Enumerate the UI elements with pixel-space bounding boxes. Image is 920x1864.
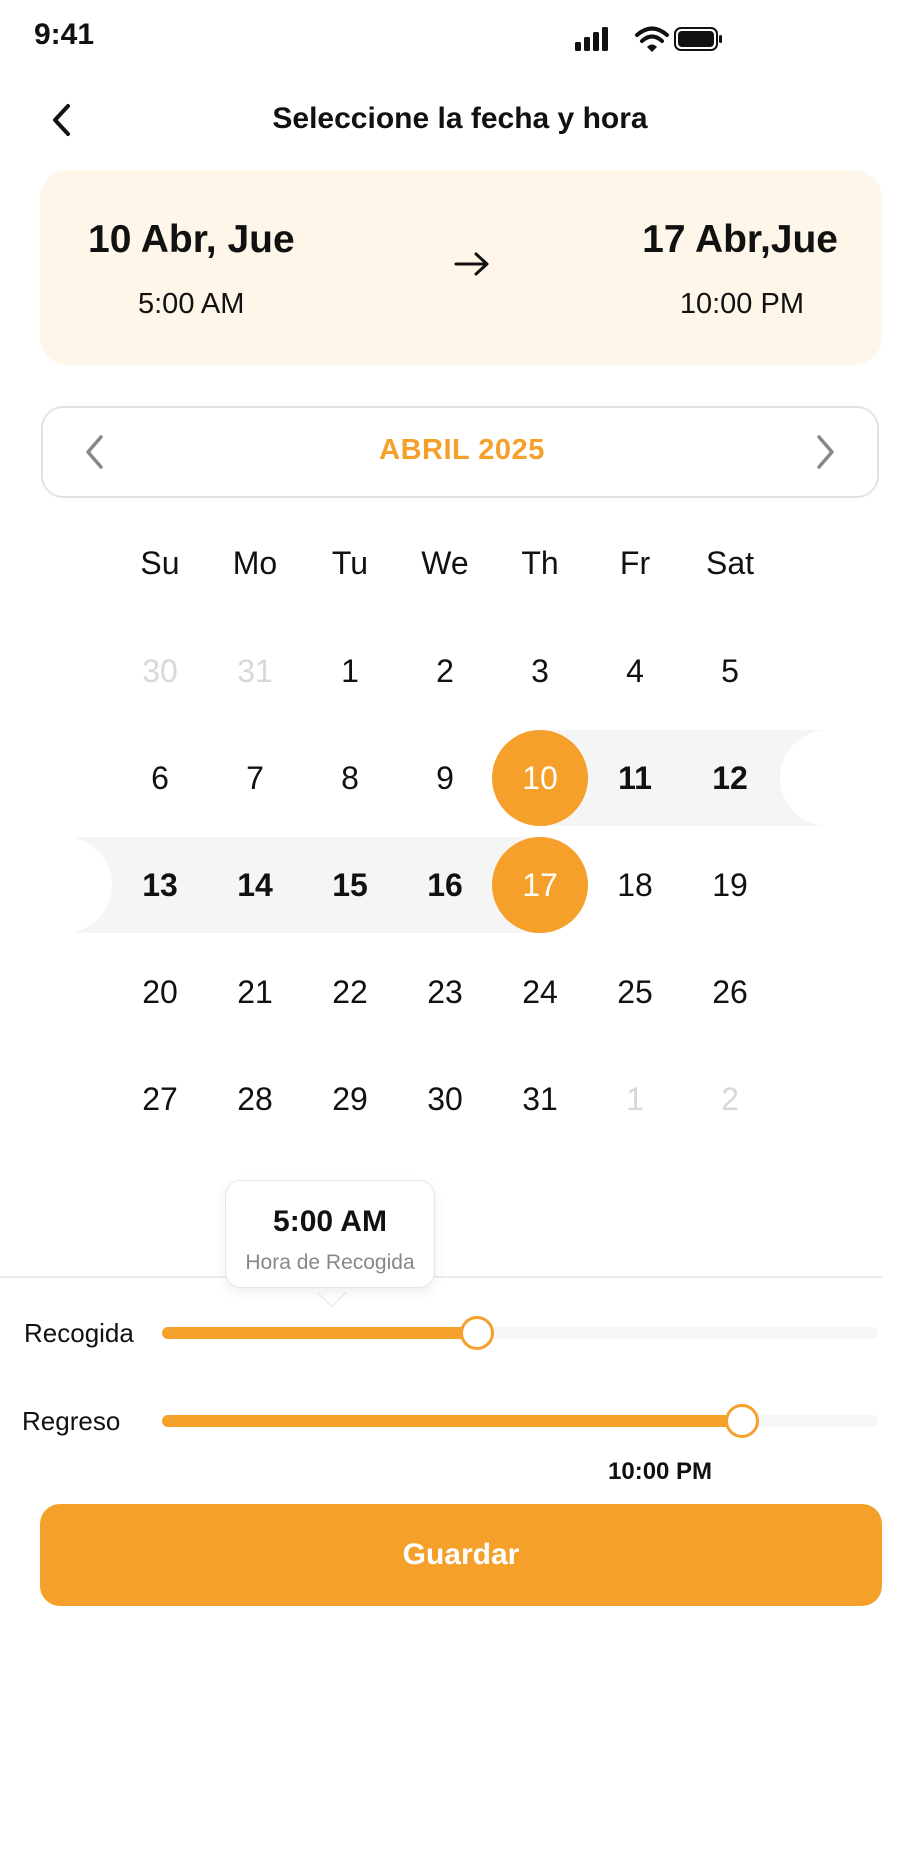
pickup-slider-label: Recogida [24,1318,134,1348]
save-button[interactable]: Guardar [40,1504,882,1606]
calendar-day[interactable]: 31 [207,623,303,719]
calendar-day[interactable]: 2 [682,1051,778,1147]
calendar-day[interactable]: 21 [207,944,303,1040]
pickup-time-slider[interactable] [162,1316,878,1350]
calendar-day[interactable]: 4 [587,623,683,719]
weekday-header: Fr [619,545,651,581]
status-icons [575,20,725,60]
start-time: 5:00 AM [138,288,245,320]
battery-icon [674,27,722,51]
range-highlight-cap [16,837,112,933]
pickup-time-tooltip: 5:00 AM Hora de Recogida [225,1180,435,1288]
weekday-header: Th [521,545,559,581]
calendar-day-in-range[interactable]: 12 [682,730,778,826]
calendar-day-selected-start[interactable]: 10 [492,730,588,826]
next-month-button[interactable] [803,428,847,476]
return-slider-fill [162,1415,742,1427]
calendar-day[interactable]: 20 [112,944,208,1040]
return-slider-label: Regreso [22,1406,121,1436]
return-time-slider[interactable] [162,1404,878,1438]
calendar-day[interactable]: 8 [302,730,398,826]
calendar-day[interactable]: 25 [587,944,683,1040]
calendar-day-in-range[interactable]: 15 [302,837,398,933]
calendar-day[interactable]: 5 [682,623,778,719]
chevron-left-icon [53,104,70,136]
calendar-day[interactable]: 24 [492,944,588,1040]
weekday-header: Su [140,545,180,581]
status-time: 9:41 [34,18,95,51]
signal-icon [575,27,608,51]
month-navigator: ABRIL 2025 [41,406,879,498]
calendar-day[interactable]: 9 [397,730,493,826]
calendar-day-selected-end[interactable]: 17 [492,837,588,933]
range-highlight-cap [780,730,876,826]
calendar-day-in-range[interactable]: 14 [207,837,303,933]
calendar-day[interactable]: 18 [587,837,683,933]
calendar-day[interactable]: 27 [112,1051,208,1147]
date-range-summary: 10 Abr, Jue 5:00 AM 17 Abr,Jue 10:00 PM [40,170,882,365]
weekday-header: Sat [705,545,755,581]
weekday-header: Mo [232,545,278,581]
calendar-day[interactable]: 23 [397,944,493,1040]
divider [0,1276,882,1278]
calendar-day[interactable]: 31 [492,1051,588,1147]
tooltip-label: Hora de Recogida [245,1251,415,1274]
calendar-day[interactable]: 1 [587,1051,683,1147]
pickup-slider-thumb[interactable] [460,1316,495,1350]
calendar-day[interactable]: 2 [397,623,493,719]
calendar-day[interactable]: 7 [207,730,303,826]
calendar-day[interactable]: 28 [207,1051,303,1147]
calendar-day[interactable]: 22 [302,944,398,1040]
chevron-right-icon [817,435,834,469]
calendar-day[interactable]: 1 [302,623,398,719]
tooltip-time: 5:00 AM [273,1205,387,1238]
calendar-day[interactable]: 3 [492,623,588,719]
calendar-day[interactable]: 19 [682,837,778,933]
calendar-day[interactable]: 30 [112,623,208,719]
page-title: Seleccione la fecha y hora [272,102,648,135]
calendar-day[interactable]: 6 [112,730,208,826]
back-button[interactable] [40,98,84,142]
month-label: ABRIL 2025 [379,434,545,466]
arrow-right-icon [450,242,494,286]
calendar-day-in-range[interactable]: 11 [587,730,683,826]
pickup-slider-fill [162,1327,478,1339]
calendar-day-in-range[interactable]: 13 [112,837,208,933]
calendar-day[interactable]: 26 [682,944,778,1040]
wifi-icon [635,26,669,52]
return-time-value: 10:00 PM [608,1458,713,1485]
calendar-day[interactable]: 29 [302,1051,398,1147]
calendar-day[interactable]: 30 [397,1051,493,1147]
end-date: 17 Abr,Jue [642,218,838,261]
return-slider-thumb[interactable] [724,1404,759,1438]
start-date: 10 Abr, Jue [88,218,295,261]
end-time: 10:00 PM [679,288,804,320]
calendar-day-in-range[interactable]: 16 [397,837,493,933]
weekday-header: Tu [331,545,369,581]
weekday-header: We [421,545,469,581]
